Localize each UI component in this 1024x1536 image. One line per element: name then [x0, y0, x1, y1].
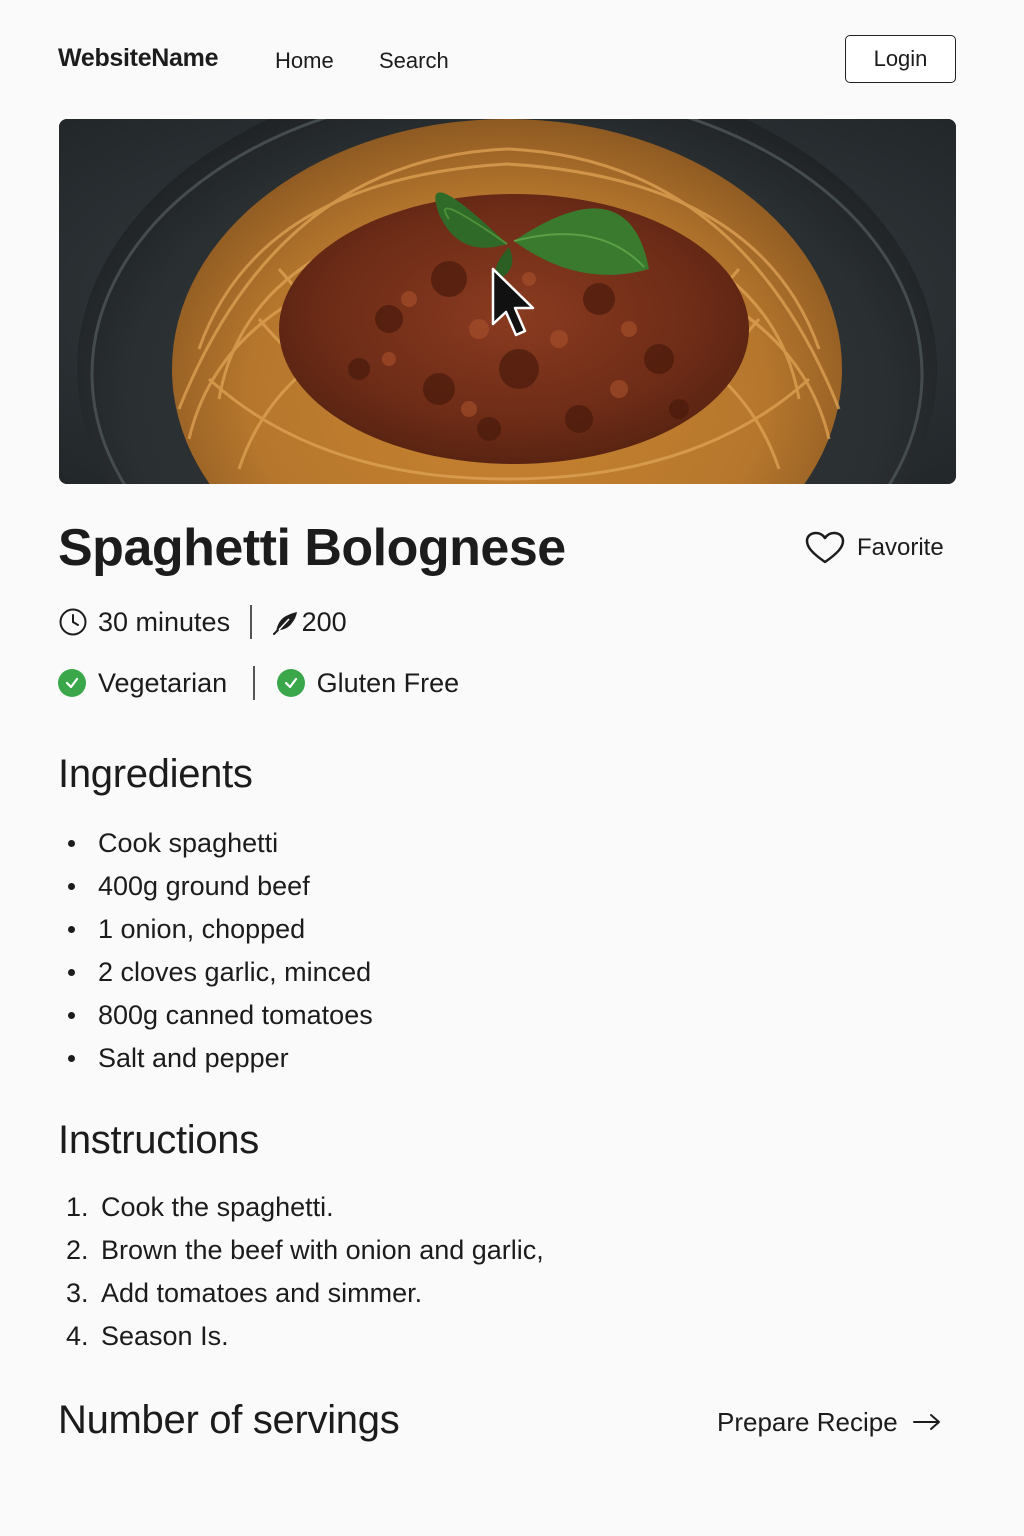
ingredients-list: Cook spaghetti 400g ground beef 1 onion,…	[68, 822, 373, 1080]
leaf-pen-icon	[272, 612, 297, 635]
meta-divider	[250, 605, 252, 639]
favorite-label: Favorite	[857, 534, 944, 561]
list-item: 400g ground beef	[68, 865, 373, 908]
cook-time-value: 30 minutes	[98, 606, 231, 637]
brand-logo[interactable]: WebsiteName	[58, 44, 219, 73]
tag-label: Vegetarian	[98, 667, 228, 698]
nav-link-search[interactable]: Search	[379, 48, 449, 74]
tag-divider	[253, 666, 255, 700]
clock-icon	[59, 608, 87, 636]
list-item: 2. Brown the beef with onion and garlic,	[66, 1235, 544, 1265]
calories-value: 200	[301, 606, 347, 637]
list-item: 4. Season Is.	[66, 1321, 229, 1351]
recipe-title: Spaghetti Bolognese	[58, 519, 566, 577]
cook-time: 30 minutes	[58, 607, 230, 638]
tag-vegetarian: Vegetarian	[58, 668, 227, 699]
spaghetti-photo	[59, 119, 956, 484]
list-item: 1. Cook the spaghetti.	[66, 1192, 334, 1222]
login-button[interactable]: Login	[845, 35, 956, 83]
prepare-recipe-label: Prepare Recipe	[717, 1406, 898, 1437]
list-item: 3. Add tomatoes and simmer.	[66, 1278, 423, 1308]
recipe-meta: 30 minutes 200	[58, 605, 347, 639]
recipe-hero-image	[59, 119, 956, 484]
calories: 200	[272, 607, 347, 638]
instructions-list: 1. Cook the spaghetti. 2. Brown the beef w…	[66, 1186, 544, 1358]
favorite-button[interactable]: Favorite	[805, 530, 944, 566]
diet-tags: Vegetarian Gluten Free	[58, 666, 459, 700]
heart-icon	[805, 531, 845, 564]
list-item: 1 onion, chopped	[68, 908, 373, 951]
servings-heading: Number of servings	[58, 1398, 400, 1442]
tag-label: Gluten Free	[316, 667, 460, 698]
list-item: 2 cloves garlic, minced	[68, 951, 373, 994]
list-item: Cook spaghetti	[68, 822, 373, 865]
recipe-page: WebsiteName Home Search Login Spaghetti …	[0, 0, 1024, 1536]
list-item: 800g canned tomatoes	[68, 994, 373, 1037]
ingredients-heading: Ingredients	[58, 752, 253, 796]
nav-link-home[interactable]: Home	[275, 48, 334, 74]
instructions-heading: Instructions	[58, 1118, 259, 1162]
prepare-recipe-link[interactable]: Prepare Recipe	[717, 1402, 942, 1442]
list-item: Salt and pepper	[68, 1037, 373, 1080]
tag-gluten-free: Gluten Free	[276, 667, 460, 699]
check-circle-icon	[58, 669, 86, 697]
arrow-right-icon	[912, 1414, 940, 1430]
top-nav: WebsiteName Home Search Login	[58, 34, 956, 84]
check-circle-icon	[276, 669, 305, 697]
